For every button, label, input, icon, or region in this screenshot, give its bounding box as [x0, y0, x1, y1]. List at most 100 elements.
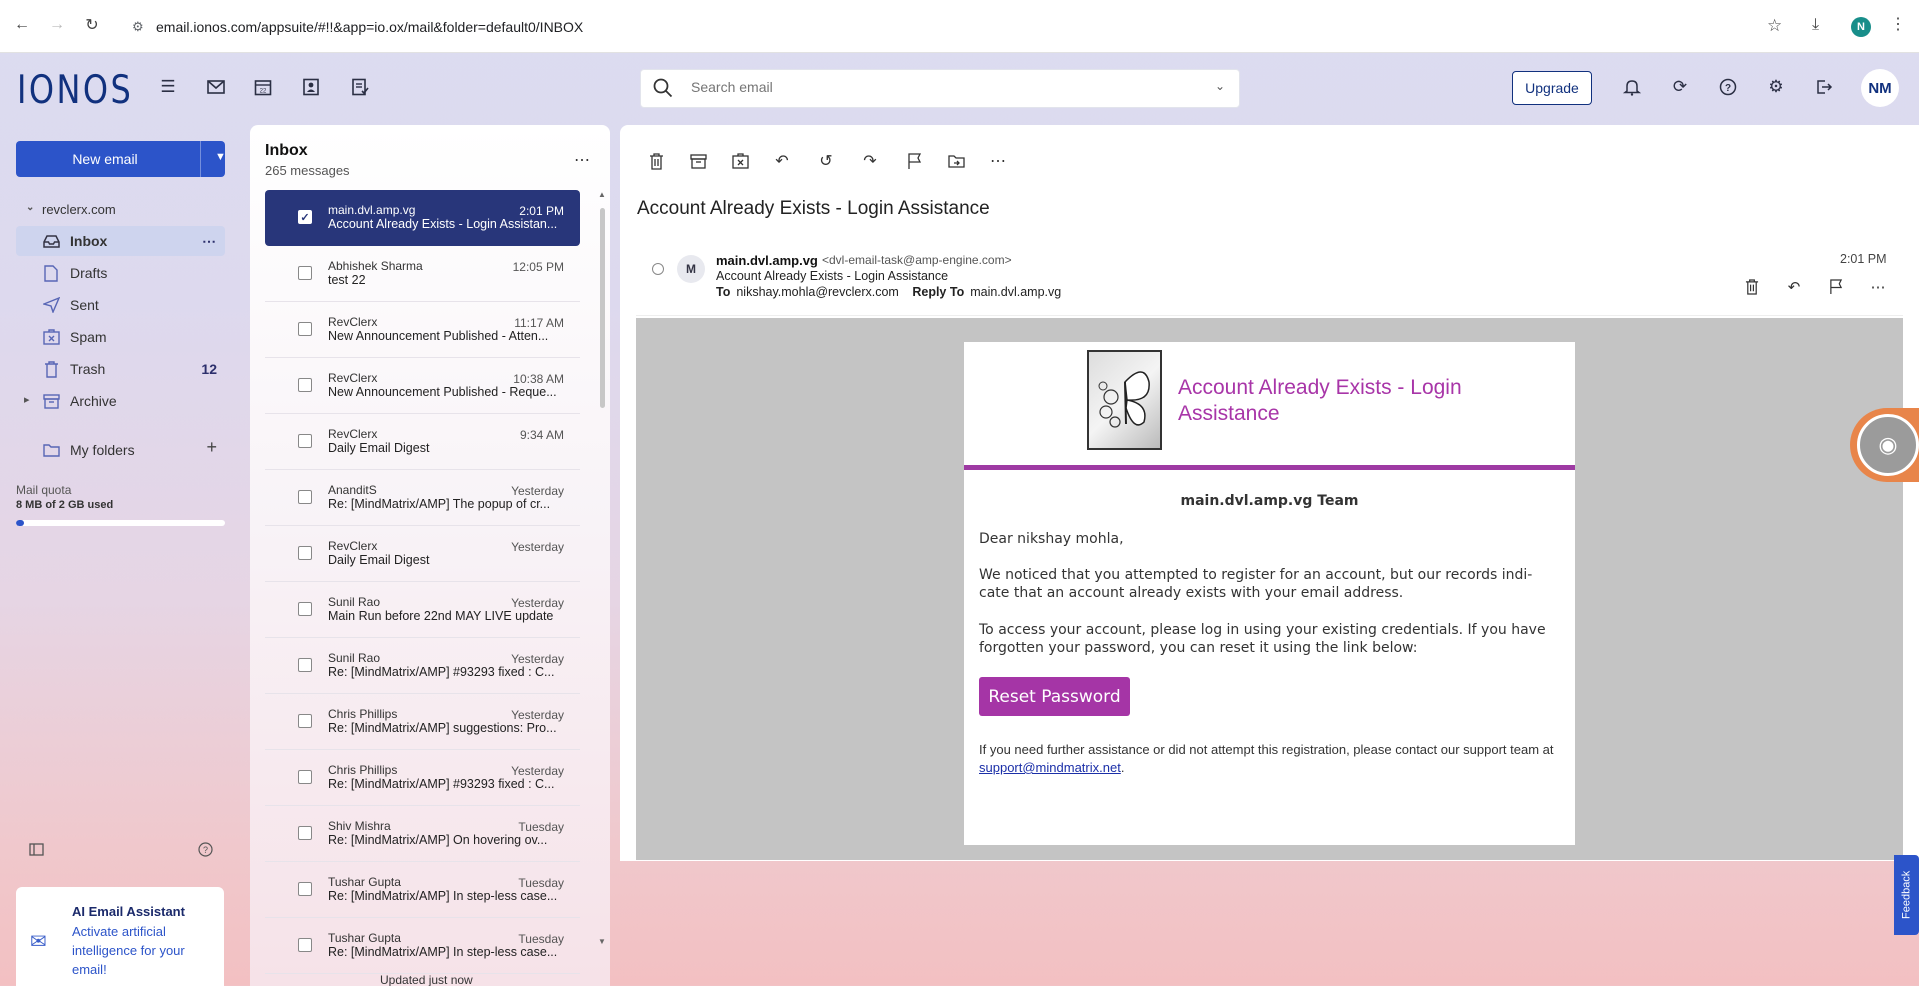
- table-row[interactable]: Chris Phillips Re: [MindMatrix/AMP] sugge…: [265, 694, 580, 750]
- help-circle-icon[interactable]: ?: [196, 840, 214, 858]
- sidebar-item-archive[interactable]: ▸ Archive: [16, 386, 225, 416]
- chevron-right-icon[interactable]: ▸: [24, 393, 30, 406]
- row-checkbox[interactable]: [298, 378, 312, 392]
- account-folder-tree[interactable]: ⌄ revclerx.com: [26, 202, 116, 217]
- settings-gear-icon[interactable]: ⚙: [1765, 76, 1787, 98]
- download-icon[interactable]: ⤓: [1812, 16, 1819, 34]
- sidebar-item-my-folders[interactable]: My folders +: [16, 435, 225, 465]
- user-avatar[interactable]: NM: [1861, 69, 1899, 107]
- reload-icon[interactable]: ↻: [80, 13, 104, 37]
- tasks-app-icon[interactable]: [349, 76, 371, 98]
- mail-app-icon[interactable]: [205, 76, 227, 98]
- sidebar-item-sent[interactable]: Sent: [16, 290, 225, 320]
- search-options-chevron-icon[interactable]: ⌄: [1215, 79, 1225, 93]
- archive-icon[interactable]: [687, 150, 709, 172]
- reply-to-value[interactable]: main.dvl.amp.vg: [970, 285, 1061, 299]
- table-row-selected[interactable]: ✓ main.dvl.amp.vg Account Already Exists -…: [265, 190, 580, 246]
- feedback-tab[interactable]: Feedback: [1894, 855, 1919, 935]
- browser-toolbar: ← → ↻ ⚙ email.ionos.com/appsuite/#!!&app…: [0, 0, 1919, 53]
- table-row[interactable]: Abhishek Sharma test 22 12:05 PM: [265, 246, 580, 302]
- list-options-more-icon[interactable]: ⋯: [574, 150, 591, 170]
- table-row[interactable]: RevClerx Daily Email Digest Yesterday: [265, 526, 580, 582]
- search-bar[interactable]: ⌄: [640, 69, 1240, 108]
- table-row[interactable]: Sunil Rao Re: [MindMatrix/AMP] #93293 fix…: [265, 638, 580, 694]
- chevron-down-icon[interactable]: ⌄: [26, 202, 34, 213]
- row-checkbox[interactable]: [298, 322, 312, 336]
- bookmark-star-icon[interactable]: ☆: [1767, 16, 1782, 36]
- reply-icon[interactable]: ↶: [1783, 276, 1805, 298]
- mark-spam-icon[interactable]: [729, 150, 751, 172]
- forward-mail-icon[interactable]: ↷: [859, 150, 881, 172]
- row-checkbox[interactable]: [298, 266, 312, 280]
- contacts-app-icon[interactable]: [300, 76, 322, 98]
- delete-trash-icon[interactable]: [645, 150, 667, 172]
- row-checkbox[interactable]: [298, 938, 312, 952]
- table-row[interactable]: Tushar Gupta Re: [MindMatrix/AMP] In step…: [265, 918, 580, 974]
- ionos-logo[interactable]: IONOS: [17, 68, 133, 113]
- table-row[interactable]: Tushar Gupta Re: [MindMatrix/AMP] In step…: [265, 862, 580, 918]
- row-checkbox[interactable]: [298, 826, 312, 840]
- mail-list-scrollbar[interactable]: ▲ ▼: [598, 190, 606, 946]
- more-actions-icon[interactable]: ⋯: [987, 150, 1009, 172]
- to-value[interactable]: nikshay.mohla@revclerx.com: [736, 285, 899, 299]
- video-camera-icon[interactable]: ◉: [1857, 414, 1919, 476]
- table-row[interactable]: AnanditS Re: [MindMatrix/AMP] The popup o…: [265, 470, 580, 526]
- scroll-thumb[interactable]: [600, 208, 605, 408]
- sidebar-item-drafts[interactable]: Drafts: [16, 258, 225, 288]
- sidebar-item-inbox[interactable]: Inbox ⋯: [16, 226, 225, 256]
- row-checkbox[interactable]: [298, 490, 312, 504]
- refresh-icon[interactable]: ⟳: [1669, 76, 1691, 98]
- sidebar-item-spam[interactable]: Spam: [16, 322, 225, 352]
- row-checkbox[interactable]: [298, 434, 312, 448]
- address-bar[interactable]: ⚙ email.ionos.com/appsuite/#!!&app=io.ox…: [122, 11, 1800, 43]
- chevron-down-icon[interactable]: ▼: [215, 151, 226, 163]
- scroll-up-arrow-icon[interactable]: ▲: [598, 190, 606, 199]
- row-checkbox[interactable]: [298, 546, 312, 560]
- sender-avatar[interactable]: M: [677, 255, 705, 283]
- new-email-button[interactable]: New email ▼: [16, 141, 226, 177]
- row-checkbox[interactable]: [298, 714, 312, 728]
- site-info-icon[interactable]: ⚙: [132, 19, 144, 35]
- scroll-down-arrow-icon[interactable]: ▼: [598, 937, 606, 946]
- ai-assistant-promo[interactable]: ✉ AI Email Assistant Activate artificial…: [16, 887, 224, 986]
- row-checkbox[interactable]: [298, 602, 312, 616]
- upgrade-button[interactable]: Upgrade: [1512, 71, 1592, 105]
- sender-name[interactable]: main.dvl.amp.vg: [716, 253, 818, 268]
- reply-all-icon[interactable]: ↺: [815, 150, 837, 172]
- table-row[interactable]: RevClerx New Announcement Published - Req…: [265, 358, 580, 414]
- sidebar-item-trash[interactable]: Trash 12: [16, 354, 225, 384]
- toggle-sidebar-icon[interactable]: [27, 840, 45, 858]
- support-email-link[interactable]: support@mindmatrix.net: [979, 760, 1121, 775]
- row-checkbox[interactable]: [298, 882, 312, 896]
- search-input[interactable]: [691, 79, 1171, 95]
- add-folder-icon[interactable]: +: [206, 437, 217, 458]
- row-checkbox[interactable]: ✓: [298, 210, 312, 224]
- hamburger-menu-icon[interactable]: ☰: [157, 76, 179, 98]
- reset-password-button[interactable]: Reset Password: [979, 677, 1130, 716]
- back-icon[interactable]: ←: [10, 13, 34, 37]
- table-row[interactable]: Sunil Rao Main Run before 22nd MAY LIVE u…: [265, 582, 580, 638]
- select-message-radio[interactable]: [652, 263, 664, 275]
- table-row[interactable]: RevClerx New Announcement Published - Att…: [265, 302, 580, 358]
- message-more-icon[interactable]: ⋯: [1867, 276, 1889, 298]
- browser-menu-icon[interactable]: ⋮: [1890, 14, 1906, 34]
- browser-profile-avatar[interactable]: N: [1851, 17, 1871, 37]
- reply-icon[interactable]: ↶: [771, 150, 793, 172]
- move-to-folder-icon[interactable]: [945, 150, 967, 172]
- delete-trash-icon[interactable]: [1741, 276, 1763, 298]
- row-checkbox[interactable]: [298, 770, 312, 784]
- folder-more-icon[interactable]: ⋯: [202, 233, 217, 250]
- flag-icon[interactable]: [1825, 276, 1847, 298]
- logout-icon[interactable]: [1813, 76, 1835, 98]
- table-row[interactable]: Shiv Mishra Re: [MindMatrix/AMP] On hover…: [265, 806, 580, 862]
- forward-icon[interactable]: →: [45, 13, 69, 37]
- notifications-bell-icon[interactable]: [1621, 76, 1643, 98]
- table-row[interactable]: RevClerx Daily Email Digest 9:34 AM: [265, 414, 580, 470]
- sender-address[interactable]: <dvl-email-task@amp-engine.com>: [822, 253, 1012, 267]
- flag-icon[interactable]: [903, 150, 925, 172]
- help-icon[interactable]: ?: [1717, 76, 1739, 98]
- table-row[interactable]: Chris Phillips Re: [MindMatrix/AMP] #9329…: [265, 750, 580, 806]
- calendar-app-icon[interactable]: 22: [252, 76, 274, 98]
- row-checkbox[interactable]: [298, 658, 312, 672]
- row-sender: main.dvl.amp.vg: [328, 203, 416, 217]
